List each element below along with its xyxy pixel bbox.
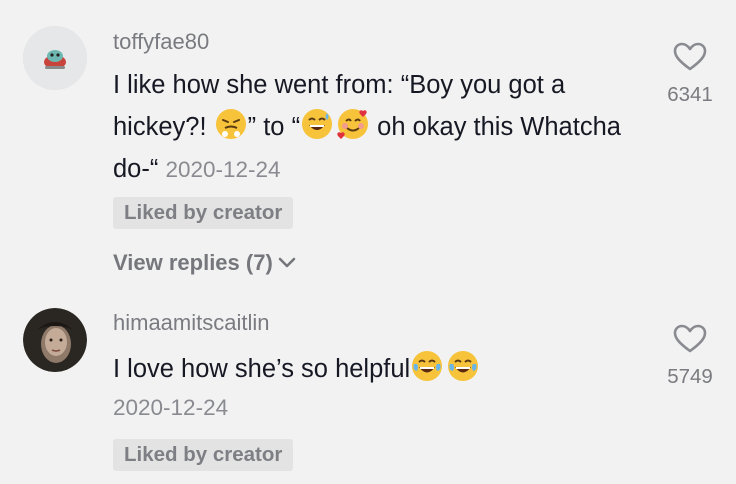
comment-item: himaamitscaitlin I love how she’s so hel…: [0, 290, 736, 484]
like-count: 5749: [667, 365, 713, 388]
comment-date: 2020-12-24: [165, 157, 281, 182]
comment-date: 2020-12-24: [113, 395, 229, 420]
comment-text-part: I love how she’s so helpful: [113, 355, 411, 383]
avatar[interactable]: [23, 308, 87, 372]
comment-text: I like how she went from: “Boy you got a…: [113, 64, 643, 191]
grinning-sweat-face-emoji-icon: [302, 109, 333, 139]
huffing-face-emoji-icon: [215, 109, 246, 139]
liked-by-creator-badge: Liked by creator: [113, 197, 294, 229]
like-control[interactable]: 5749: [655, 324, 725, 389]
like-count: 6341: [667, 83, 713, 106]
view-replies-label: View replies (7): [113, 250, 273, 275]
tears-of-joy-emoji-icon: [412, 351, 443, 381]
like-control[interactable]: 6341: [655, 42, 725, 107]
smiling-face-with-hearts-emoji-icon: [337, 109, 369, 139]
view-replies-button[interactable]: View replies (7): [113, 250, 297, 276]
comment-item: toffyfae80 I like how she went from: “Bo…: [0, 0, 736, 290]
comment-username[interactable]: toffyfae80: [113, 29, 209, 55]
avatar[interactable]: [23, 26, 87, 90]
comment-username[interactable]: himaamitscaitlin: [113, 310, 270, 336]
liked-by-creator-badge: Liked by creator: [113, 439, 294, 471]
heart-icon[interactable]: [673, 42, 707, 72]
tears-of-joy-emoji-icon: [448, 351, 479, 381]
comment-text-part: ” to “: [247, 113, 301, 141]
heart-icon[interactable]: [673, 324, 707, 354]
chevron-down-icon: [278, 257, 296, 268]
comment-text: I love how she’s so helpful: [113, 348, 643, 390]
